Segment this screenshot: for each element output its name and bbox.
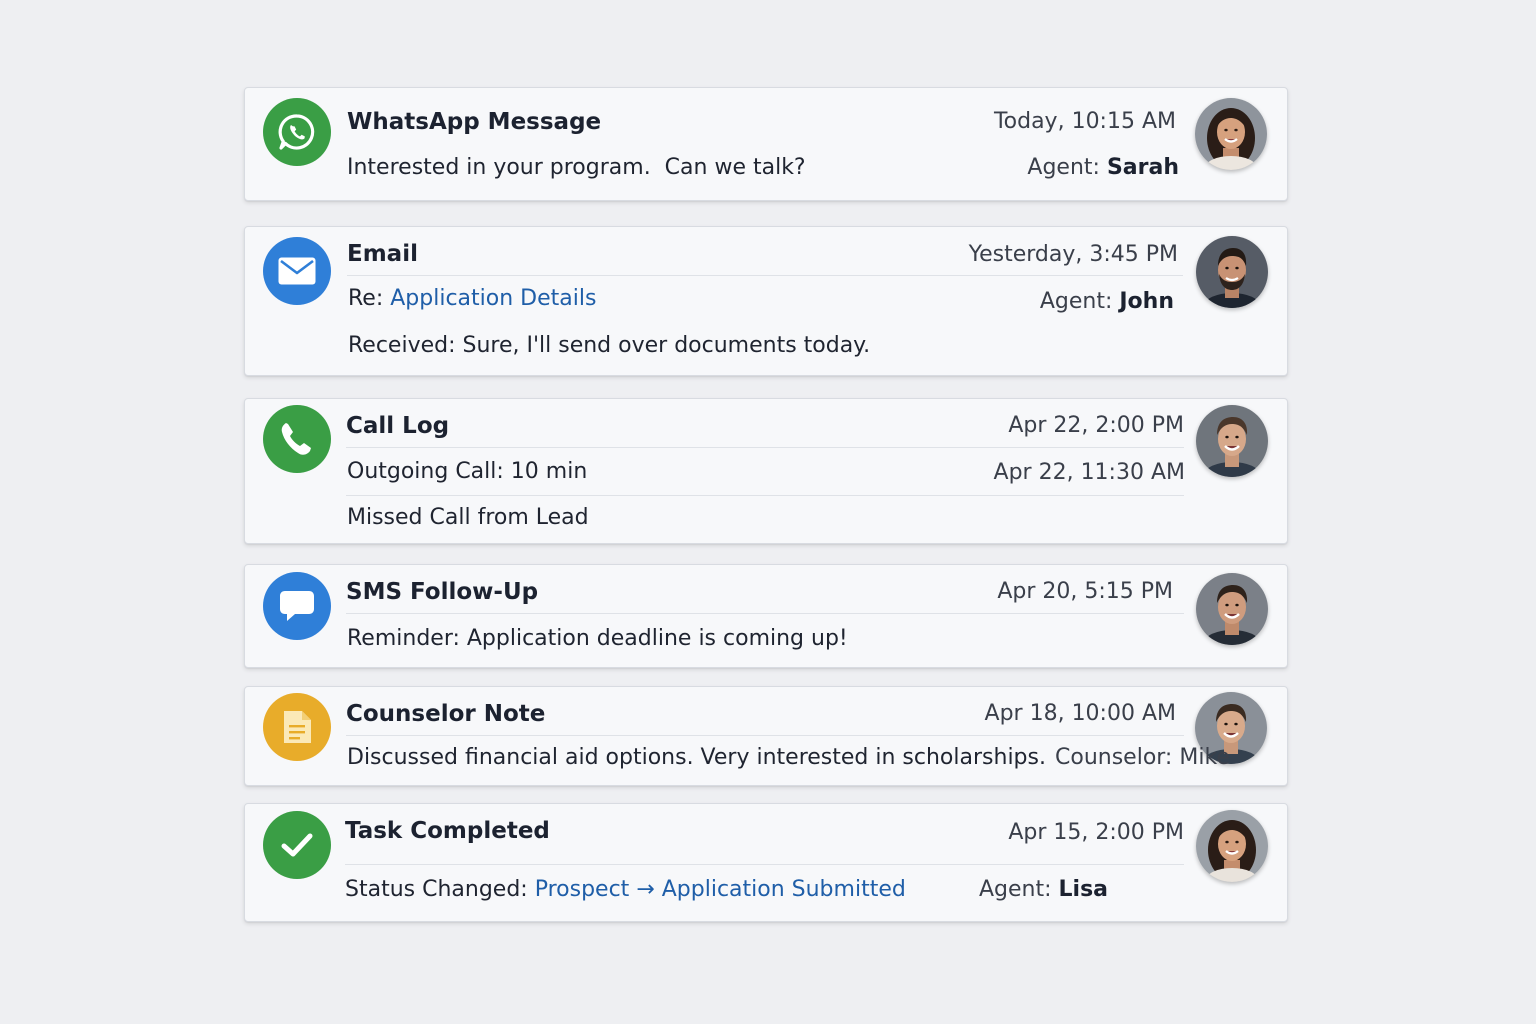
status-from-link[interactable]: Prospect	[535, 877, 630, 902]
chat-bubble-icon	[263, 572, 331, 640]
arrow-icon: →	[636, 877, 655, 902]
timestamp: Apr 20, 5:15 PM	[997, 579, 1173, 604]
divider	[346, 495, 1184, 496]
card-title: SMS Follow-Up	[346, 579, 539, 605]
agent-avatar[interactable]	[1196, 236, 1268, 308]
status-change: Status Changed: Prospect → Application S…	[345, 876, 906, 904]
timestamp: Yesterday, 3:45 PM	[968, 242, 1178, 267]
divider	[346, 735, 1184, 736]
message-body: Interested in your program. Can we talk?	[347, 155, 806, 180]
card-title: Counselor Note	[346, 701, 546, 727]
call-entry-time: Apr 22, 11:30 AM	[993, 460, 1185, 485]
timeline-card-call-log[interactable]: Call Log Apr 22, 2:00 PM Outgoing Call: …	[244, 398, 1288, 544]
timestamp: Today, 10:15 AM	[993, 109, 1176, 134]
card-title: Call Log	[346, 413, 450, 439]
call-entry-outgoing: Outgoing Call: 10 min	[347, 459, 588, 484]
timestamp: Apr 22, 2:00 PM	[1008, 413, 1184, 438]
divider	[345, 864, 1184, 865]
divider	[347, 275, 1183, 276]
agent-info: Agent: Sarah	[1027, 154, 1179, 182]
timeline-card-task-completed[interactable]: Task Completed Apr 15, 2:00 PM Status Ch…	[244, 803, 1288, 922]
divider	[346, 613, 1184, 614]
agent-name: John	[1119, 289, 1174, 314]
call-entry-missed: Missed Call from Lead	[347, 505, 589, 530]
card-title: Task Completed	[345, 818, 550, 844]
subject-prefix: Re:	[348, 286, 384, 311]
counselor-name: Mike	[1179, 745, 1230, 770]
timeline-card-email[interactable]: Email Yesterday, 3:45 PM Re: Application…	[244, 226, 1288, 376]
note-body: Discussed financial aid options. Very in…	[347, 745, 1046, 770]
subject-link[interactable]: Application Details	[390, 286, 596, 311]
agent-avatar[interactable]	[1196, 405, 1268, 477]
message-body: Received: Sure, I'll send over documents…	[348, 333, 871, 358]
whatsapp-icon	[263, 98, 331, 166]
agent-info: Agent: Lisa	[979, 876, 1108, 904]
agent-avatar[interactable]	[1195, 98, 1267, 170]
timestamp: Apr 15, 2:00 PM	[1008, 820, 1184, 845]
counselor-info: Counselor: Mike	[1055, 744, 1230, 772]
phone-icon	[263, 405, 331, 473]
divider	[346, 447, 1184, 448]
agent-name: Sarah	[1106, 155, 1179, 180]
card-title: Email	[347, 241, 418, 267]
email-subject: Re: Application Details	[348, 285, 596, 313]
agent-avatar[interactable]	[1196, 573, 1268, 645]
agent-label: Agent:	[1039, 289, 1113, 314]
agent-label: Agent:	[979, 877, 1052, 902]
counselor-label: Counselor:	[1055, 745, 1173, 770]
agent-info: Agent: John	[1040, 288, 1174, 316]
card-title: WhatsApp Message	[347, 109, 602, 135]
status-prefix: Status Changed:	[345, 877, 528, 902]
status-to-link[interactable]: Application Submitted	[662, 877, 906, 902]
envelope-icon	[263, 237, 331, 305]
agent-label: Agent:	[1027, 155, 1100, 180]
checkmark-icon	[263, 811, 331, 879]
message-body: Reminder: Application deadline is coming…	[347, 626, 848, 651]
timeline-card-counselor-note[interactable]: Counselor Note Apr 18, 10:00 AM Discusse…	[244, 686, 1288, 786]
agent-avatar[interactable]	[1196, 810, 1268, 882]
agent-name: Lisa	[1058, 877, 1109, 902]
note-icon	[263, 693, 331, 761]
timeline-card-whatsapp[interactable]: WhatsApp Message Today, 10:15 AM Interes…	[244, 87, 1288, 201]
timeline-card-sms[interactable]: SMS Follow-Up Apr 20, 5:15 PM Reminder: …	[244, 564, 1288, 668]
timestamp: Apr 18, 10:00 AM	[984, 701, 1176, 726]
